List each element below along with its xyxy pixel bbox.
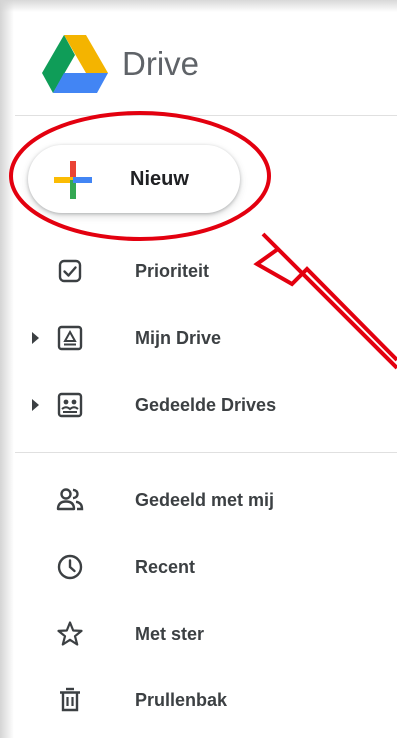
shared-drives-icon: [57, 392, 83, 418]
sidebar-item-starred[interactable]: Met ster: [15, 606, 397, 662]
sidebar-item-label: Prioriteit: [135, 261, 210, 281]
clock-icon: [57, 554, 83, 580]
drive-sidebar: Drive Nieuw Prioriteit Mijn Drive Gedeel…: [0, 0, 397, 738]
sidebar-item-label: Mijn Drive: [135, 328, 222, 348]
sidebar-item-label: Prullenbak: [135, 690, 228, 710]
star-icon: [57, 621, 83, 646]
new-button-label: Nieuw: [130, 168, 189, 190]
app-title[interactable]: Drive: [122, 44, 199, 84]
people-icon: [56, 488, 84, 511]
sidebar-item-shared-with-me[interactable]: Gedeeld met mij: [15, 472, 397, 528]
google-drive-logo-icon[interactable]: [42, 35, 108, 93]
sidebar-item-label: Met ster: [135, 624, 205, 644]
sidebar-item-label: Recent: [135, 557, 196, 577]
sidebar-item-priority[interactable]: Prioriteit: [15, 243, 397, 299]
app-header: Drive: [0, 0, 397, 115]
expand-arrow-icon[interactable]: [32, 332, 39, 344]
checkbox-icon: [58, 259, 82, 283]
header-divider: [15, 115, 397, 116]
sidebar-item-recent[interactable]: Recent: [15, 539, 397, 595]
colored-plus-icon: [54, 161, 92, 199]
trash-icon: [60, 687, 80, 712]
sidebar-item-label: Gedeelde Drives: [135, 395, 277, 415]
expand-arrow-icon[interactable]: [32, 399, 39, 411]
sidebar-item-label: Gedeeld met mij: [135, 490, 275, 510]
sidebar-item-shared-drives[interactable]: Gedeelde Drives: [15, 377, 397, 433]
nav-divider: [15, 452, 397, 453]
sidebar-item-my-drive[interactable]: Mijn Drive: [15, 310, 397, 366]
sidebar-item-trash[interactable]: Prullenbak: [15, 672, 397, 728]
my-drive-icon: [57, 325, 83, 351]
new-button[interactable]: Nieuw: [28, 145, 240, 213]
